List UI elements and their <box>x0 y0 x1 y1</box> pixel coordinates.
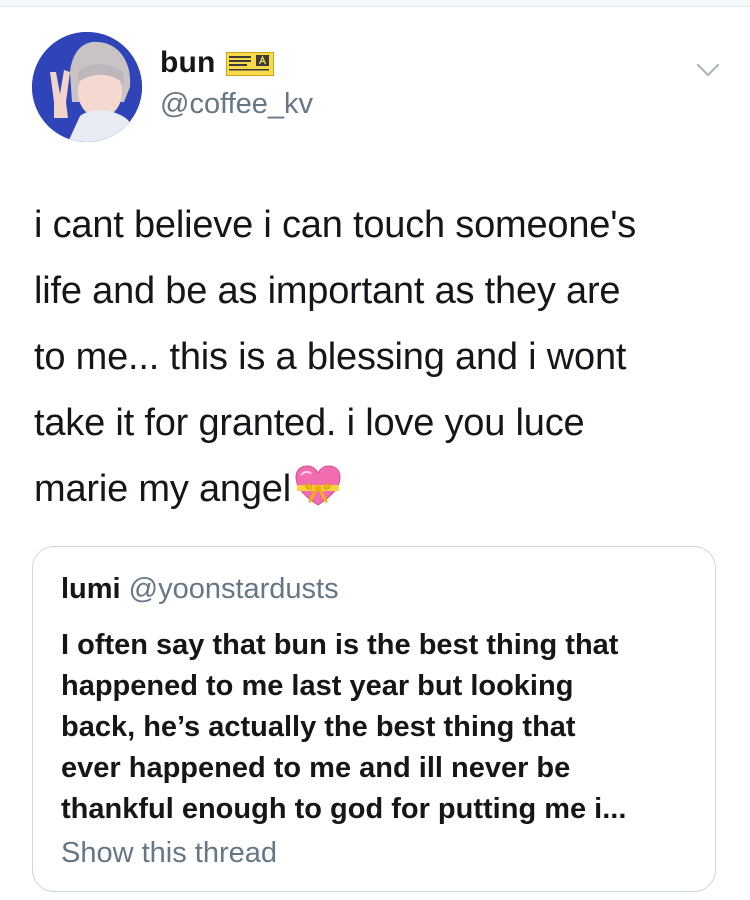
chevron-down-icon[interactable] <box>694 56 722 84</box>
top-divider <box>0 0 750 7</box>
quoted-text-line: thankful enough to god for putting me i.… <box>61 793 627 825</box>
quoted-tweet-header: lumi @yoonstardusts <box>61 573 339 606</box>
display-name[interactable]: bun <box>160 46 216 80</box>
tweet-text: i cant believe i can touch someone's lif… <box>34 192 724 522</box>
tweet-text-line-end: marie my angel <box>34 468 291 510</box>
tweet-text-line-last: marie my angel <box>34 456 724 522</box>
quoted-text-line: I often say that bun is the best thing t… <box>61 629 619 661</box>
show-thread-link[interactable]: Show this thread <box>61 837 277 870</box>
avatar[interactable] <box>32 32 142 142</box>
tweet-text-line: take it for granted. i love you luce <box>34 402 585 444</box>
heart-with-ribbon-icon <box>295 465 341 506</box>
tweet-text-line: life and be as important as they are <box>34 270 621 312</box>
quoted-text-line: ever happened to me and ill never be <box>61 752 571 784</box>
user-handle[interactable]: @coffee_kv <box>160 88 313 121</box>
quoted-display-name: lumi <box>61 573 121 605</box>
tweet-text-line: i cant believe i can touch someone's <box>34 204 637 246</box>
quoted-tweet-text: I often say that bun is the best thing t… <box>61 625 701 830</box>
tweet-text-line: to me... this is a blessing and i wont <box>34 336 627 378</box>
concert-ticket-icon <box>226 52 274 76</box>
quoted-user-handle: @yoonstardusts <box>128 573 339 605</box>
quoted-text-line: back, he’s actually the best thing that <box>61 711 576 743</box>
avatar-image <box>32 32 142 142</box>
quoted-tweet-card[interactable]: lumi @yoonstardusts I often say that bun … <box>32 546 716 892</box>
quoted-text-line: happened to me last year but looking <box>61 670 574 702</box>
